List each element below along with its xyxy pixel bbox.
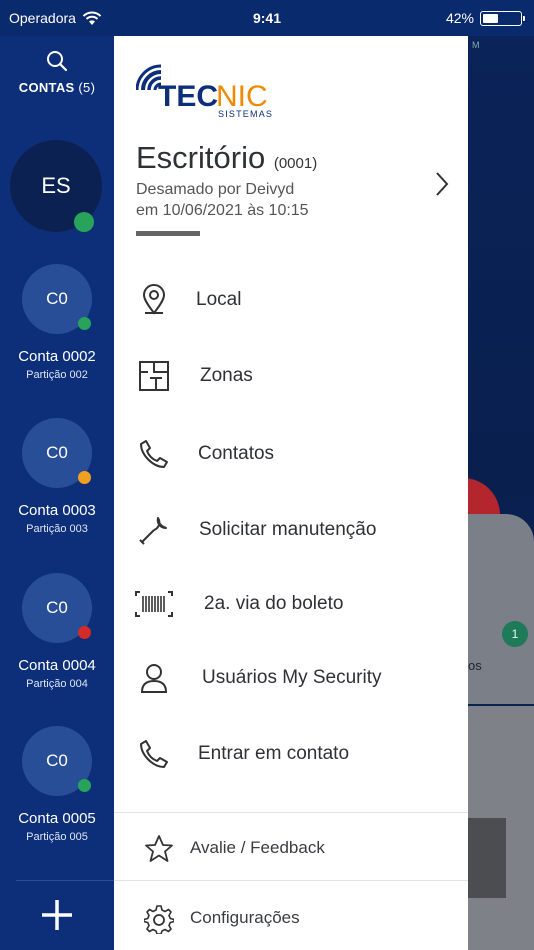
gear-icon bbox=[142, 902, 176, 936]
settings-label: Configurações bbox=[190, 908, 300, 927]
logo-text-a: TEC bbox=[158, 80, 218, 113]
tecnic-logo-mark: TEC NIC SISTEMAS bbox=[135, 64, 273, 119]
phone-icon bbox=[134, 734, 174, 774]
search-button[interactable] bbox=[0, 50, 114, 72]
chevron-right-icon bbox=[436, 172, 449, 196]
status-dot bbox=[74, 212, 94, 232]
avatar-initials: C0 bbox=[46, 598, 68, 617]
plus-icon bbox=[42, 900, 72, 930]
battery-percent: 42% bbox=[445, 10, 474, 26]
battery-status: 42% bbox=[445, 10, 525, 26]
background-text-fragment: os bbox=[468, 658, 482, 673]
status-dot bbox=[78, 471, 91, 484]
arm-status-line2: em 10/06/2021 às 10:15 bbox=[136, 202, 309, 219]
account-partition: Partição 005 bbox=[26, 831, 88, 843]
menu-label: Local bbox=[196, 289, 242, 310]
accounts-label: CONTAS bbox=[18, 80, 75, 95]
menu-label: 2a. via do boleto bbox=[204, 593, 344, 614]
status-dot bbox=[78, 317, 91, 330]
menu-item-zonas[interactable]: Zonas bbox=[114, 346, 468, 406]
arm-status: Desamado por Deivyd em 10/06/2021 às 10:… bbox=[136, 179, 309, 221]
logo-subtitle: SISTEMAS bbox=[218, 109, 273, 119]
account-number: (0001) bbox=[273, 155, 318, 172]
avatar-initials: C0 bbox=[46, 443, 68, 462]
account-item[interactable]: C0 Conta 0004 Partição 004 bbox=[0, 573, 114, 690]
account-details-button[interactable] bbox=[434, 170, 450, 203]
background-logo-fragment: M bbox=[472, 40, 480, 50]
phone-icon bbox=[134, 434, 174, 474]
avatar-initials: C0 bbox=[46, 751, 68, 770]
account-partition: Partição 003 bbox=[26, 523, 88, 535]
user-icon bbox=[134, 658, 174, 698]
account-partition: Partição 002 bbox=[26, 369, 88, 381]
menu-item-contatos[interactable]: Contatos bbox=[114, 424, 468, 484]
menu-label: Entrar em contato bbox=[198, 743, 350, 764]
accounts-rail: CONTAS (5) ES C0 Conta 0002 Partição 002… bbox=[0, 36, 114, 950]
arm-status-line1: Desamado por Deivyd bbox=[136, 181, 295, 198]
account-name: Conta 0005 bbox=[18, 810, 96, 827]
menu-label: Solicitar manutenção bbox=[199, 519, 377, 540]
rail-divider bbox=[16, 880, 114, 881]
accounts-count: (5) bbox=[78, 80, 96, 95]
divider bbox=[114, 812, 468, 813]
account-underline bbox=[136, 231, 200, 236]
menu-item-local[interactable]: Local bbox=[114, 270, 468, 330]
status-dot bbox=[78, 626, 91, 639]
background-screen: M 1 os bbox=[468, 36, 534, 950]
star-icon bbox=[142, 832, 176, 866]
account-avatar: C0 bbox=[22, 418, 92, 488]
menu-item-entrar-contato[interactable]: Entrar em contato bbox=[114, 724, 468, 784]
background-badge: 1 bbox=[502, 621, 528, 647]
accounts-heading: CONTAS (5) bbox=[0, 80, 114, 95]
settings-button[interactable]: Configurações bbox=[114, 886, 468, 950]
feedback-button[interactable]: Avalie / Feedback bbox=[114, 816, 468, 880]
location-pin-icon bbox=[134, 280, 174, 320]
divider bbox=[114, 880, 468, 881]
account-item[interactable]: C0 Conta 0002 Partição 002 bbox=[0, 264, 114, 381]
feedback-label: Avalie / Feedback bbox=[190, 838, 325, 857]
account-item[interactable]: C0 Conta 0005 Partição 005 bbox=[0, 726, 114, 843]
tecnic-logo: TEC NIC SISTEMAS bbox=[135, 58, 276, 125]
menu-item-manutencao[interactable]: Solicitar manutenção bbox=[114, 500, 468, 560]
search-icon bbox=[47, 51, 68, 72]
selected-account-avatar[interactable]: ES bbox=[10, 140, 102, 232]
account-avatar: C0 bbox=[22, 726, 92, 796]
account-avatar: C0 bbox=[22, 573, 92, 643]
floorplan-icon bbox=[134, 356, 174, 396]
account-item[interactable]: C0 Conta 0003 Partição 003 bbox=[0, 418, 114, 535]
background-card bbox=[468, 514, 534, 704]
menu-label: Usuários My Security bbox=[202, 667, 382, 688]
menu-label: Zonas bbox=[200, 365, 253, 386]
avatar-initials: C0 bbox=[46, 289, 68, 308]
account-name: Conta 0002 bbox=[18, 348, 96, 365]
menu-label: Contatos bbox=[198, 443, 275, 464]
account-avatar: C0 bbox=[22, 264, 92, 334]
wrench-icon bbox=[134, 510, 174, 550]
background-camera-thumbnail bbox=[468, 818, 506, 898]
battery-icon bbox=[480, 10, 525, 26]
menu-item-boleto[interactable]: 2a. via do boleto bbox=[114, 574, 468, 634]
account-name: Conta 0004 bbox=[18, 657, 96, 674]
side-drawer: TEC NIC SISTEMAS Escritório (0001) Desam… bbox=[114, 36, 468, 950]
account-title: Escritório (0001) bbox=[136, 140, 317, 176]
avatar-initials: ES bbox=[41, 173, 71, 198]
barcode-icon bbox=[134, 584, 174, 624]
menu-item-usuarios[interactable]: Usuários My Security bbox=[114, 648, 468, 708]
account-name: Escritório bbox=[136, 140, 266, 175]
account-partition: Partição 004 bbox=[26, 678, 88, 690]
status-dot bbox=[78, 779, 91, 792]
account-name: Conta 0003 bbox=[18, 502, 96, 519]
status-bar: Operadora 9:41 42% bbox=[0, 0, 534, 36]
add-account-button[interactable] bbox=[0, 898, 114, 937]
